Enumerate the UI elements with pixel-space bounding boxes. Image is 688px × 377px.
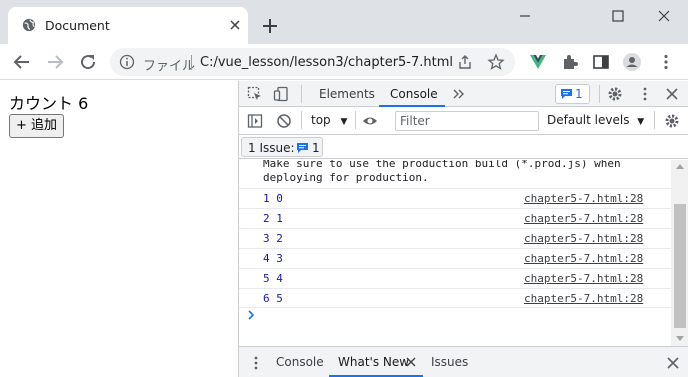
log-message: 2 1: [263, 212, 283, 225]
drawer-tab-console[interactable]: Console: [276, 355, 324, 369]
star-icon[interactable]: [487, 53, 505, 71]
forward-icon[interactable]: [45, 52, 65, 72]
caret-down-icon: ▼: [637, 117, 645, 127]
toolbar-divider: [301, 111, 302, 129]
extensions-icon[interactable]: [560, 52, 580, 72]
devtools-drawer: Console What's New Issues: [239, 346, 688, 377]
reload-icon[interactable]: [78, 52, 98, 72]
log-message: 3 2: [263, 232, 283, 245]
url-scheme-label: ファイル: [143, 59, 196, 74]
log-row: 6 5 chapter5-7.html:28: [239, 288, 671, 308]
drawer-tab-issues[interactable]: Issues: [431, 355, 468, 369]
restore-icon[interactable]: [610, 8, 626, 24]
log-message: 5 4: [263, 272, 283, 285]
console-toolbar: top ▼ Default levels ▼: [239, 107, 688, 135]
scroll-thumb[interactable]: [674, 204, 686, 328]
log-message: 6 5: [263, 292, 283, 305]
issues-chip[interactable]: 1 Issue: 1: [241, 137, 323, 157]
console-prompt-icon[interactable]: [247, 310, 257, 320]
message-icon: [297, 143, 308, 153]
toolbar-divider: [301, 85, 302, 103]
scroll-up-arrow-icon[interactable]: [676, 164, 684, 169]
console-output[interactable]: Make sure to use the production build (*…: [239, 160, 671, 346]
browser-tab[interactable]: Document: [8, 7, 248, 44]
more-tabs-icon[interactable]: [451, 86, 467, 102]
drawer-tab-whats-new[interactable]: What's New: [338, 355, 409, 369]
settings-icon[interactable]: [607, 86, 623, 102]
log-source-link[interactable]: chapter5-7.html:28: [524, 292, 643, 305]
log-row: 5 4 chapter5-7.html:28: [239, 268, 671, 288]
close-devtools-icon[interactable]: [664, 86, 680, 102]
devtools-panel: Elements Console 1 top ▼ Filter Default …: [238, 81, 688, 377]
side-panel-icon[interactable]: [591, 52, 611, 72]
close-icon[interactable]: [227, 17, 243, 33]
browser-toolbar: ファイル C:/vue_lesson/lesson3/chapter5-7.ht…: [0, 44, 688, 80]
log-source-link[interactable]: chapter5-7.html:28: [524, 212, 643, 225]
plus-icon[interactable]: [260, 16, 280, 36]
issues-chip-label: 1 Issue:: [248, 141, 295, 155]
back-icon[interactable]: [12, 52, 32, 72]
log-source-link[interactable]: chapter5-7.html:28: [524, 252, 643, 265]
console-scrollbar[interactable]: [671, 160, 688, 346]
vue-devtools-icon[interactable]: [528, 52, 548, 72]
inspect-element-icon[interactable]: [247, 86, 263, 102]
clear-console-icon[interactable]: [276, 113, 292, 129]
minimize-icon[interactable]: [517, 8, 533, 24]
globe-icon: [22, 18, 36, 32]
close-drawer-icon[interactable]: [665, 355, 681, 371]
log-row: 3 2 chapter5-7.html:28: [239, 228, 671, 248]
devtools-tab-bar: Elements Console 1: [239, 81, 688, 107]
address-bar[interactable]: ファイル C:/vue_lesson/lesson3/chapter5-7.ht…: [110, 48, 515, 76]
caret-down-icon: ▼: [340, 117, 348, 127]
log-source-link[interactable]: chapter5-7.html:28: [524, 232, 643, 245]
message-icon: [561, 89, 572, 99]
eye-icon[interactable]: [362, 113, 378, 129]
issues-chip-count: 1: [312, 141, 320, 155]
filter-field[interactable]: [395, 111, 539, 131]
add-button[interactable]: + 追加: [9, 114, 65, 138]
tab-strip: Document: [0, 0, 688, 44]
filter-input[interactable]: [400, 113, 534, 129]
close-window-icon[interactable]: [656, 8, 672, 24]
menu-icon[interactable]: [656, 52, 676, 72]
scroll-down-arrow-icon[interactable]: [676, 336, 684, 341]
log-levels-value: Default levels: [547, 113, 630, 127]
context-value: top: [311, 113, 331, 127]
warning-message: Make sure to use the production build (*…: [263, 160, 621, 184]
kebab-menu-icon[interactable]: [637, 86, 653, 102]
share-icon[interactable]: [457, 54, 473, 70]
url-text[interactable]: C:/vue_lesson/lesson3/chapter5-7.html: [200, 55, 453, 70]
console-settings-icon[interactable]: [664, 113, 680, 129]
url-separator: [191, 55, 192, 70]
issues-badge[interactable]: 1: [555, 84, 590, 104]
close-tab-icon[interactable]: [405, 356, 417, 368]
log-message: 4 3: [263, 252, 283, 265]
profile-icon[interactable]: [622, 52, 642, 72]
log-source-link[interactable]: chapter5-7.html:28: [524, 192, 643, 205]
drawer-menu-icon[interactable]: [248, 355, 264, 371]
sidebar-toggle-icon[interactable]: [247, 113, 263, 129]
log-levels-select[interactable]: Default levels ▼: [547, 113, 644, 127]
toolbar-divider: [599, 85, 600, 103]
log-source-link[interactable]: chapter5-7.html:28: [524, 272, 643, 285]
log-row: 2 1 chapter5-7.html:28: [239, 208, 671, 228]
log-row: 1 0 chapter5-7.html:28: [239, 188, 671, 208]
info-icon[interactable]: [119, 54, 135, 70]
page-viewport: カウント 6 + 追加: [0, 81, 238, 377]
toolbar-divider: [654, 111, 655, 129]
tab-elements[interactable]: Elements: [319, 87, 375, 101]
issues-badge-count: 1: [575, 87, 583, 101]
toolbar-divider: [355, 111, 356, 129]
count-text: カウント 6: [9, 94, 89, 113]
tab-title: Document: [45, 18, 110, 33]
log-row: 4 3 chapter5-7.html:28: [239, 248, 671, 268]
issues-bar: 1 Issue: 1: [239, 135, 688, 159]
log-message: 1 0: [263, 192, 283, 205]
context-select[interactable]: top ▼: [311, 113, 347, 127]
device-toolbar-icon[interactable]: [273, 86, 289, 102]
tab-console[interactable]: Console: [390, 87, 438, 101]
